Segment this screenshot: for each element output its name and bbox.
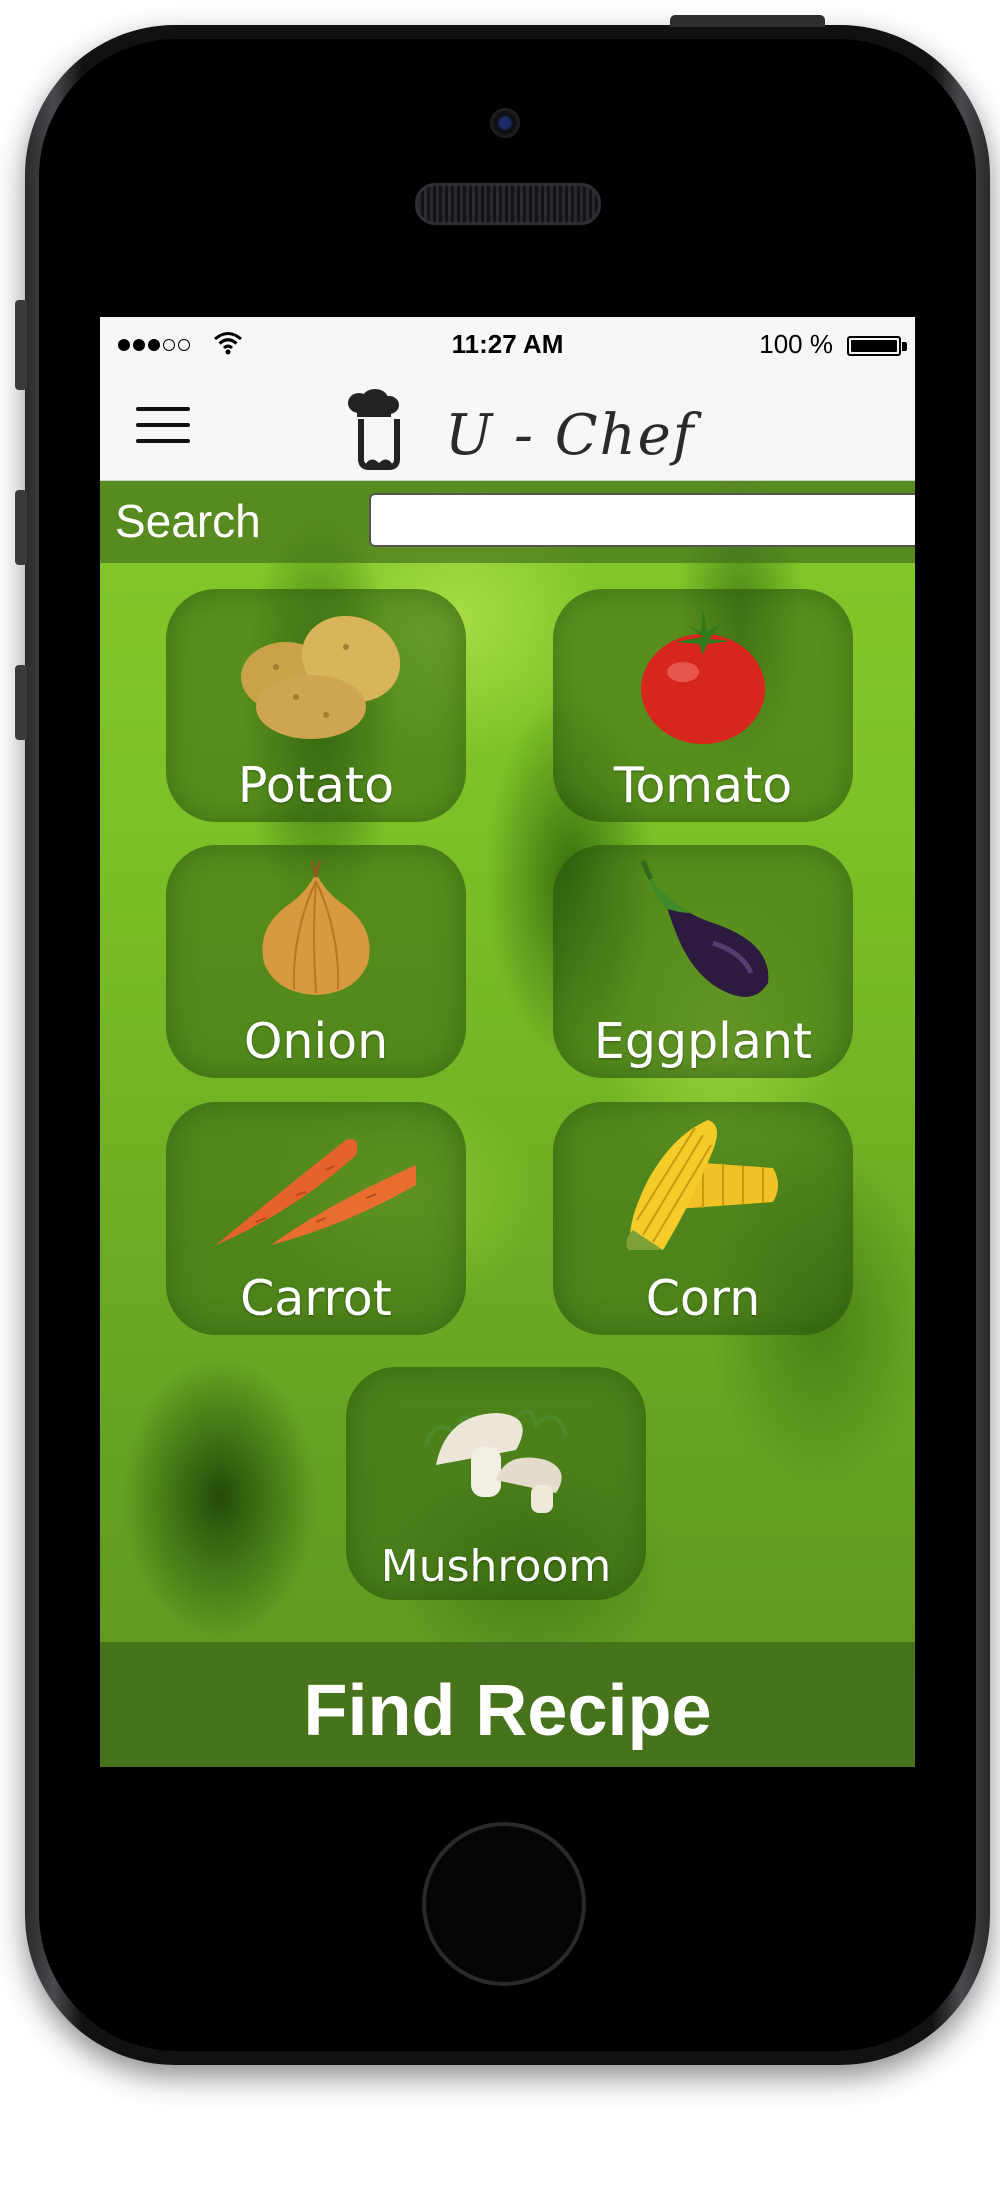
battery-tip — [902, 342, 907, 351]
earpiece-speaker — [415, 183, 601, 225]
volume-down-button — [15, 665, 27, 740]
vegetable-label: Onion — [243, 1013, 389, 1070]
vegetable-tile-onion[interactable]: Onion — [166, 845, 466, 1078]
find-recipe-label: Find Recipe — [303, 1671, 712, 1751]
home-button[interactable] — [422, 1822, 586, 1986]
potato-icon — [241, 615, 401, 739]
vegetable-label: Corn — [645, 1270, 761, 1327]
vegetable-label: Mushroom — [380, 1541, 612, 1592]
vegetable-tile-carrot[interactable]: Carrot — [166, 1102, 466, 1335]
vegetable-tile-corn[interactable]: Corn — [553, 1102, 853, 1335]
battery-icon — [847, 336, 901, 356]
vegetable-label: Potato — [237, 757, 395, 814]
front-camera — [490, 108, 520, 138]
search-label: Search — [115, 495, 261, 547]
app-title: U - Chef — [445, 403, 696, 468]
find-recipe-button[interactable]: Find Recipe — [100, 1642, 915, 1767]
chef-logo-icon — [348, 389, 400, 470]
volume-up-button — [15, 490, 27, 565]
hamburger-menu-icon[interactable] — [136, 407, 190, 449]
search-bar: Search — [100, 481, 915, 563]
vegetable-tile-eggplant[interactable]: Eggplant — [553, 845, 853, 1078]
vegetable-tile-tomato[interactable]: Tomato — [553, 589, 853, 822]
vegetable-tile-potato[interactable]: Potato — [166, 589, 466, 822]
mushroom-icon — [424, 1409, 568, 1513]
battery-percentage: 100 % — [759, 329, 833, 359]
vegetable-label: Carrot — [240, 1270, 392, 1327]
app-screen: 11:27 AM 100 % U - Chef Search Potato To… — [100, 317, 915, 1767]
eggplant-icon — [640, 860, 769, 997]
tomato-icon — [641, 609, 765, 744]
mute-switch — [15, 300, 27, 390]
search-input[interactable] — [369, 493, 915, 547]
corn-icon — [626, 1120, 778, 1250]
vegetable-tile-mushroom[interactable]: Mushroom — [346, 1367, 646, 1600]
status-bar: 11:27 AM 100 % — [100, 317, 915, 375]
vegetable-label: Eggplant — [593, 1013, 813, 1070]
onion-icon — [262, 860, 370, 995]
app-header: U - Chef — [100, 375, 915, 481]
power-button — [670, 15, 825, 27]
carrot-icon — [216, 1139, 416, 1245]
vegetable-label: Tomato — [613, 757, 793, 814]
